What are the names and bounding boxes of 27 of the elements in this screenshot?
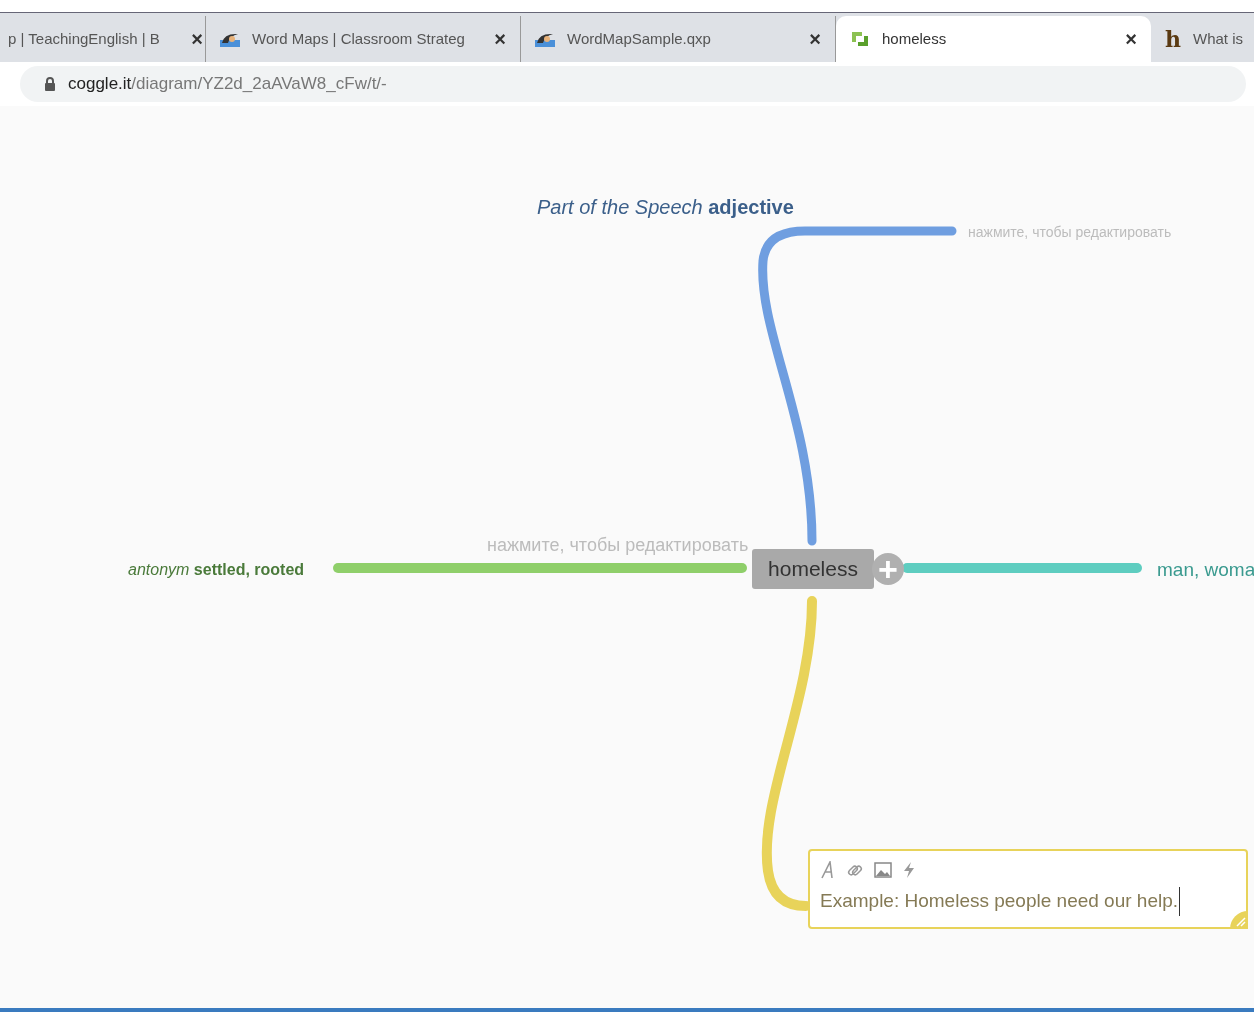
tab-title: p | TeachingEnglish | B bbox=[8, 28, 161, 49]
tab-close-button[interactable]: × bbox=[494, 24, 506, 54]
tab-title: homeless bbox=[882, 28, 948, 49]
browser-tab[interactable]: homeless × bbox=[836, 16, 1151, 62]
tab-close-button[interactable]: × bbox=[809, 24, 821, 54]
lightning-icon[interactable] bbox=[902, 861, 916, 879]
tab-close-button[interactable]: × bbox=[1125, 24, 1137, 54]
text-format-icon[interactable] bbox=[820, 861, 836, 879]
node-text[interactable]: Example: Homeless people need our help. bbox=[820, 887, 1181, 916]
lock-icon bbox=[44, 76, 56, 92]
url-text: coggle.it/diagram/YZ2d_2aAVaW8_cFw/t/- bbox=[68, 73, 387, 96]
node-label[interactable]: Part of the Speech adjective bbox=[537, 192, 794, 222]
tab-favicon-icon bbox=[850, 29, 870, 49]
central-node[interactable]: homeless bbox=[752, 549, 874, 589]
tab-favicon-icon bbox=[535, 31, 555, 47]
tab-close-button[interactable]: × bbox=[191, 24, 203, 54]
tab-title: Word Maps | Classroom Strateg bbox=[252, 28, 466, 49]
resize-handle-icon[interactable] bbox=[1228, 909, 1248, 929]
browser-tab[interactable]: p | TeachingEnglish | B × bbox=[6, 16, 206, 62]
tab-title: What is bbox=[1193, 28, 1244, 49]
tab-favicon-icon: h bbox=[1165, 22, 1181, 56]
node-editor[interactable]: Example: Homeless people need our help. bbox=[808, 849, 1248, 929]
node-label[interactable]: antonym settled, rooted bbox=[128, 558, 305, 582]
address-bar[interactable]: coggle.it/diagram/YZ2d_2aAVaW8_cFw/t/- bbox=[20, 66, 1246, 102]
image-icon[interactable] bbox=[874, 862, 892, 878]
tab-favicon-icon bbox=[220, 31, 240, 47]
tab-title: WordMapSample.qxp bbox=[567, 28, 712, 49]
